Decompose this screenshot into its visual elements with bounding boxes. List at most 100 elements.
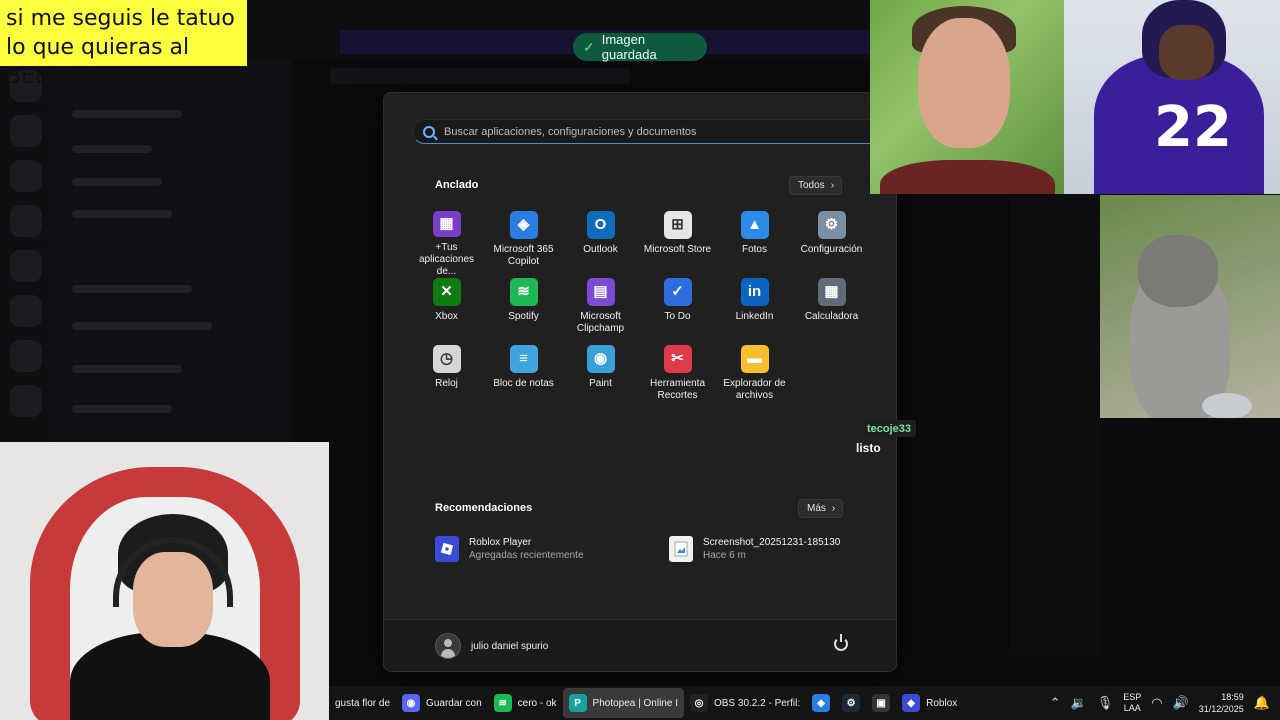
taskbar-item[interactable]: P Photopea | Online I bbox=[562, 688, 684, 718]
image-saved-toast: ✓ Imagen guardada bbox=[573, 32, 707, 62]
more-label: Más bbox=[807, 503, 826, 514]
all-apps-label: Todos bbox=[798, 180, 825, 191]
taskbar-item-label: gusta flor de bbox=[335, 697, 391, 709]
pinned-app[interactable]: ✂ Herramienta Recortes bbox=[639, 345, 716, 412]
user-avatar-icon bbox=[435, 633, 461, 659]
volume-icon[interactable]: 🔊 bbox=[1173, 695, 1189, 711]
app-bundle-icon: ▦ bbox=[432, 211, 461, 237]
server-icon bbox=[10, 205, 42, 237]
pinned-app-label: Calculadora bbox=[804, 311, 859, 322]
background-channel-header bbox=[330, 68, 630, 84]
stream-text-overlay: si me seguis le tatuo lo que quieras al … bbox=[0, 0, 247, 89]
pinned-app[interactable]: ◉ Paint bbox=[562, 345, 639, 412]
taskbar-item-label: Roblox bbox=[926, 697, 958, 709]
recommended-item[interactable]: Roblox Player Agregadas recientemente bbox=[435, 536, 584, 562]
keyboard-layout: LAA bbox=[1123, 703, 1141, 713]
more-button[interactable]: Más › bbox=[798, 499, 844, 518]
background-sidebar bbox=[52, 60, 292, 480]
taskbar-item[interactable]: ⚙ bbox=[836, 686, 866, 720]
pinned-app-label: Fotos bbox=[741, 244, 767, 255]
pinned-app[interactable]: ≡ Bloc de notas bbox=[485, 345, 562, 412]
pinned-app[interactable]: ▤ Microsoft Clipchamp bbox=[562, 278, 639, 345]
pinned-app[interactable]: ▬ Explorador de archivos bbox=[716, 345, 793, 412]
discord-icon: ◉ bbox=[402, 694, 421, 712]
search-icon bbox=[423, 125, 435, 138]
pinned-app-label: Microsoft Clipchamp bbox=[576, 311, 625, 334]
outlook-icon: O bbox=[586, 211, 615, 239]
recommended-subtitle: Agregadas recientemente bbox=[469, 550, 584, 561]
taskbar-item[interactable]: ◆ Roblox bbox=[896, 686, 963, 720]
pinned-app[interactable]: in LinkedIn bbox=[716, 278, 793, 345]
notification-bell-icon[interactable]: 🔔 bbox=[1254, 695, 1270, 711]
pinned-app[interactable]: ▦ +Tus aplicaciones de... bbox=[408, 211, 485, 278]
background-server-rail bbox=[0, 60, 52, 480]
language-code: ESP bbox=[1123, 692, 1142, 702]
spotify-icon: ≋ bbox=[509, 278, 538, 306]
taskbar-item-label: OBS 30.2.2 - Perfil: bbox=[713, 697, 801, 709]
paint-icon: ◉ bbox=[586, 345, 615, 373]
store-icon: ⊞ bbox=[663, 211, 692, 239]
power-icon[interactable] bbox=[834, 634, 848, 651]
start-search-input[interactable] bbox=[444, 125, 864, 138]
jersey-number-graphic: 22 bbox=[1154, 95, 1232, 160]
pinned-app[interactable]: ▦ Calculadora bbox=[793, 278, 870, 345]
language-indicator[interactable]: ESP LAA bbox=[1123, 692, 1141, 714]
recommended-title-text: Screenshot_20251231-185130 bbox=[703, 537, 841, 548]
start-search-box[interactable] bbox=[412, 119, 882, 144]
all-apps-button[interactable]: Todos › bbox=[789, 176, 843, 195]
pinned-app-label: +Tus aplicaciones de... bbox=[418, 242, 475, 277]
screen: si me seguis le tatuo lo que quieras al … bbox=[0, 0, 1280, 720]
pinned-app[interactable]: O Outlook bbox=[562, 211, 639, 278]
football-player-image: 22 bbox=[1064, 0, 1280, 194]
pinned-app-label: Reloj bbox=[435, 378, 458, 389]
pinned-app-label: To Do bbox=[664, 311, 691, 322]
speaker-icon[interactable]: 🔉 bbox=[1071, 695, 1087, 711]
server-icon bbox=[10, 160, 42, 192]
streamer-webcam bbox=[0, 442, 329, 720]
server-icon bbox=[10, 250, 42, 282]
roblox-icon bbox=[435, 536, 459, 562]
chevron-up-icon[interactable]: ⌃ bbox=[1050, 695, 1061, 711]
pinned-app-label: Bloc de notas bbox=[493, 378, 554, 389]
chevron-right-icon: › bbox=[831, 503, 836, 514]
pinned-app[interactable]: ≋ Spotify bbox=[485, 278, 562, 345]
sidebar-line bbox=[72, 178, 162, 186]
taskbar-item[interactable]: ▣ bbox=[866, 686, 896, 720]
wifi-icon[interactable]: ◠ bbox=[1151, 695, 1162, 711]
microphone-icon[interactable]: 🎙 bbox=[1097, 695, 1114, 711]
clock[interactable]: 18:59 31/12/2025 bbox=[1199, 691, 1244, 715]
user-account-button[interactable]: julio daniel spurio bbox=[435, 633, 548, 659]
pinned-app[interactable]: ✕ Xbox bbox=[408, 278, 485, 345]
roblox-icon: ◆ bbox=[902, 694, 921, 712]
pinned-app-label: Herramienta Recortes bbox=[649, 378, 706, 401]
user-name: julio daniel spurio bbox=[471, 640, 549, 652]
pinned-apps-grid: ▦ +Tus aplicaciones de... ◈ Microsoft 365 C… bbox=[408, 211, 878, 412]
recommended-item[interactable]: Screenshot_20251231-185130 Hace 6 m bbox=[669, 536, 840, 562]
taskbar-item[interactable]: ≋ cero - ok bbox=[488, 686, 563, 720]
pinned-app[interactable]: ✓ To Do bbox=[639, 278, 716, 345]
clipchamp-icon: ▤ bbox=[586, 278, 615, 306]
gear-icon: ⚙ bbox=[817, 211, 846, 239]
pinned-app[interactable]: ⊞ Microsoft Store bbox=[639, 211, 716, 278]
man-portrait-image bbox=[870, 0, 1064, 194]
sidebar-line bbox=[72, 145, 152, 153]
taskbar-item-label: Photopea | Online I bbox=[592, 697, 678, 709]
photos-icon: ▲ bbox=[740, 211, 769, 239]
app-icon: ▣ bbox=[872, 694, 891, 712]
taskbar-item-label: Guardar con bbox=[426, 697, 482, 709]
pinned-app[interactable]: ◈ Microsoft 365 Copilot bbox=[485, 211, 562, 278]
taskbar-item[interactable]: ◉ Guardar con bbox=[396, 686, 488, 720]
xbox-icon: ✕ bbox=[432, 278, 461, 306]
taskbar-item[interactable]: ◈ bbox=[806, 686, 836, 720]
taskbar-item[interactable]: ◎ OBS 30.2.2 - Perfil: bbox=[684, 686, 806, 720]
pinned-app[interactable]: ⚙ Configuración bbox=[793, 211, 870, 278]
background-right-panel bbox=[1010, 195, 1100, 655]
pinned-app-label: LinkedIn bbox=[735, 311, 774, 322]
pinned-app[interactable]: ◷ Reloj bbox=[408, 345, 485, 412]
pinned-app[interactable]: ▲ Fotos bbox=[716, 211, 793, 278]
taskbar-item[interactable]: gusta flor de bbox=[329, 686, 396, 720]
clock-icon: ◷ bbox=[432, 345, 461, 373]
pinned-app-label: Paint bbox=[589, 378, 612, 389]
copilot-icon: ◈ bbox=[812, 694, 831, 712]
pinned-app-label: Microsoft Store bbox=[643, 244, 712, 255]
